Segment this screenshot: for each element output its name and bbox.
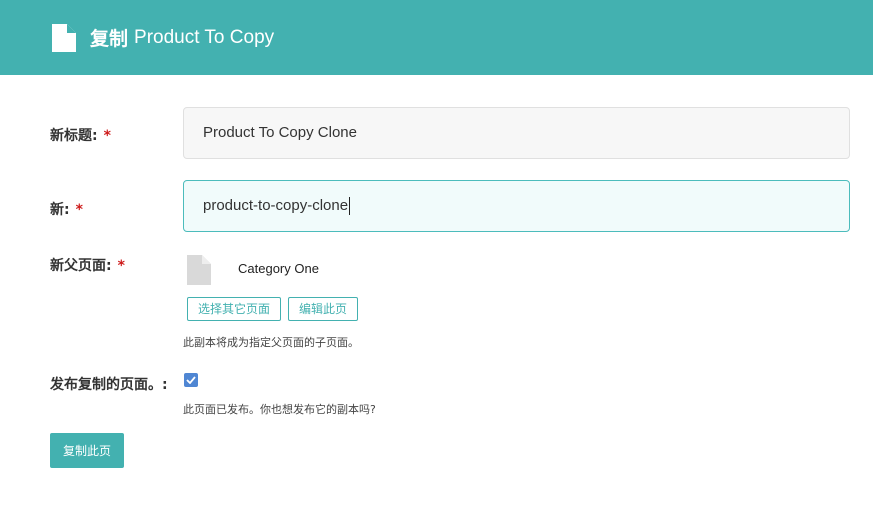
new-title-label: 新标题: * xyxy=(50,128,111,144)
publish-label: 发布复制的页面。: xyxy=(50,377,168,393)
header-page-title: Product To Copy xyxy=(134,26,275,48)
required-mark: * xyxy=(103,128,111,144)
new-parent-label: 新父页面: * xyxy=(50,258,125,274)
choose-other-page-button[interactable]: 选择其它页面 xyxy=(187,297,282,321)
copy-page-button[interactable]: 复制此页 xyxy=(50,433,124,468)
checkmark-icon xyxy=(186,376,196,384)
parent-page-name: Category One xyxy=(238,261,319,276)
new-title-input[interactable]: Product To Copy Clone xyxy=(183,107,850,159)
required-mark: * xyxy=(117,258,125,274)
page-header: 复制 Product To Copy xyxy=(0,0,873,75)
publish-help-text: 此页面已发布。你也想发布它的副本吗? xyxy=(183,403,376,416)
new-slug-input[interactable]: product-to-copy-clone xyxy=(183,180,850,232)
page-icon xyxy=(187,255,211,285)
document-icon xyxy=(52,23,76,52)
header-action: 复制 xyxy=(90,28,129,50)
publish-checkbox[interactable] xyxy=(184,373,198,387)
new-slug-label: 新: * xyxy=(50,202,83,218)
edit-this-page-button[interactable]: 编辑此页 xyxy=(288,297,359,321)
required-mark: * xyxy=(75,202,83,218)
text-caret xyxy=(349,197,351,216)
parent-help-text: 此副本将成为指定父页面的子页面。 xyxy=(183,336,359,349)
